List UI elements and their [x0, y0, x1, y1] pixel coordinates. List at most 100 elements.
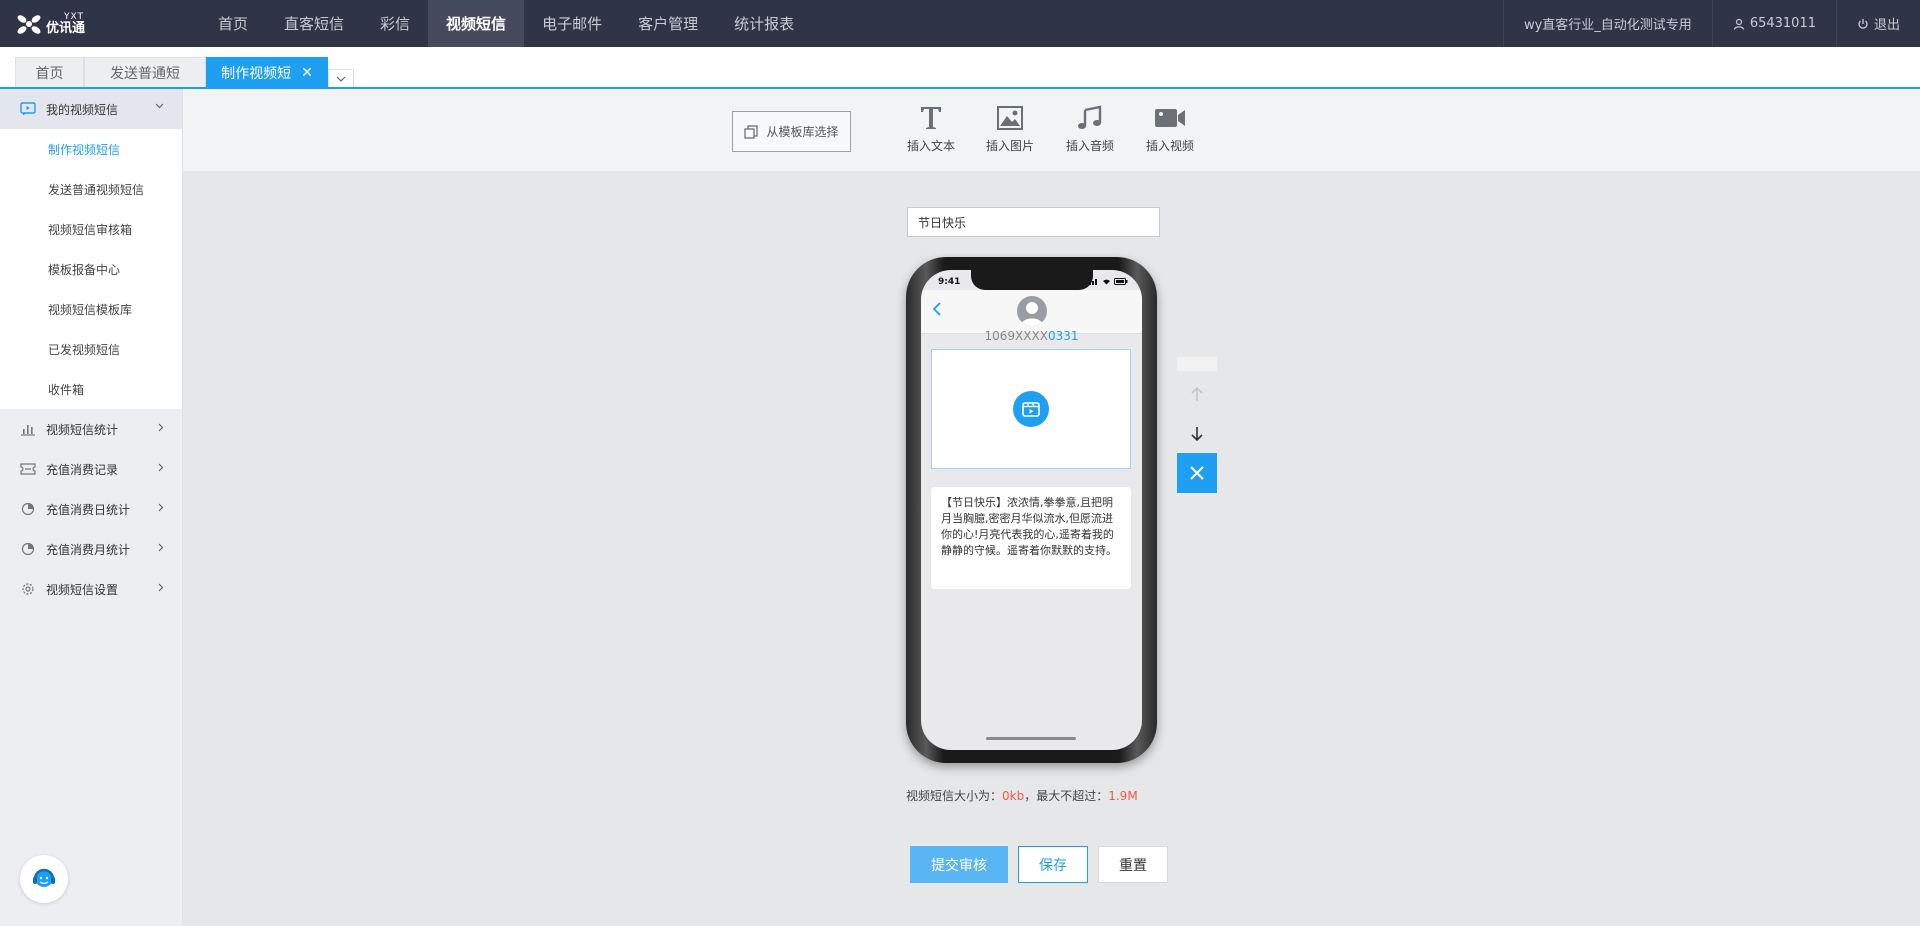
phone-home-indicator: [986, 737, 1076, 740]
size-current: 0kb: [1002, 789, 1025, 803]
video-camera-icon: [1155, 109, 1185, 127]
insert-audio-button[interactable]: 插入音频: [1060, 99, 1120, 154]
sidebar-group-recharge-monthly[interactable]: 充值消费月统计: [0, 529, 182, 569]
insert-video-label: 插入视频: [1145, 139, 1194, 153]
sidebar-item-review-box[interactable]: 视频短信审核箱: [0, 209, 182, 249]
sidebar-item-sent[interactable]: 已发视频短信: [0, 329, 182, 369]
delete-block-button[interactable]: [1177, 453, 1217, 493]
tab-send-sms[interactable]: 发送普通短: [84, 57, 206, 87]
size-label: 视频短信大小为：: [906, 789, 1003, 803]
save-button[interactable]: 保存: [1018, 846, 1088, 883]
sidebar-group-my-video-sms[interactable]: 我的视频短信: [0, 89, 182, 129]
phone-screen: 9:41 1069XXXX0331 【节日快乐】浓浓情,拳拳意,且把明月当胸臆,…: [921, 270, 1142, 750]
back-arrow-icon: [933, 302, 941, 316]
sidebar-group-label: 视频短信统计: [46, 422, 119, 437]
size-max: 1.9M: [1108, 789, 1138, 803]
phone-preview: 9:41 1069XXXX0331 【节日快乐】浓浓情,拳拳意,且把明月当胸臆,…: [906, 257, 1157, 763]
main-nav: 首页 直客短信 彩信 视频短信 电子邮件 客户管理 统计报表: [200, 0, 812, 47]
select-template-button[interactable]: 从模板库选择: [732, 111, 851, 152]
video-play-icon: [1013, 391, 1049, 427]
contact-number-suffix: 0331: [1047, 329, 1079, 343]
sidebar-group-settings[interactable]: 视频短信设置: [0, 569, 182, 609]
sidebar-group-label: 充值消费日统计: [46, 502, 131, 517]
sidebar-group-label: 充值消费记录: [46, 462, 119, 477]
submit-review-button[interactable]: 提交审核: [910, 846, 1008, 883]
sidebar-item-make-video-sms[interactable]: 制作视频短信: [0, 129, 182, 169]
tab-make-video-sms[interactable]: 制作视频短 ✕: [206, 57, 328, 87]
power-icon: [1858, 18, 1868, 29]
customer-support-button[interactable]: [20, 855, 68, 903]
reset-button[interactable]: 重置: [1098, 846, 1168, 883]
sidebar-submenu: 制作视频短信 发送普通视频短信 视频短信审核箱 模板报备中心 视频短信模板库 已…: [0, 129, 182, 409]
arrow-up-icon: [1191, 386, 1203, 401]
message-title-input[interactable]: [907, 207, 1160, 237]
brand-logo[interactable]: YXT 优讯通: [0, 0, 200, 47]
sidebar-group-recharge-records[interactable]: 充值消费记录: [0, 449, 182, 489]
sidebar-item-send-video-sms[interactable]: 发送普通视频短信: [0, 169, 182, 209]
sidebar-group-label: 视频短信设置: [46, 582, 119, 597]
logout-button[interactable]: 退出: [1835, 0, 1920, 47]
sidebar-group-label: 我的视频短信: [46, 102, 119, 117]
editor-toolbar: 从模板库选择 插入文本 插入图片 插入音频 插入视频: [183, 89, 1920, 171]
sidebar-item-inbox[interactable]: 收件箱: [0, 369, 182, 409]
phone-chat-header: 1069XXXX0331: [921, 290, 1142, 343]
sidebar-group-recharge-daily[interactable]: 充值消费日统计: [0, 489, 182, 529]
contact-number: 1069XXXX0331: [921, 329, 1142, 343]
top-nav-bar: YXT 优讯通 首页 直客短信 彩信 视频短信 电子邮件 客户管理 统计报表 w…: [0, 0, 1920, 47]
chevron-right-icon: [158, 423, 164, 432]
control-panel-cap: [1177, 357, 1217, 371]
pie-chart-icon: [21, 542, 35, 556]
sidebar-item-template-library[interactable]: 视频短信模板库: [0, 289, 182, 329]
insert-text-button[interactable]: 插入文本: [901, 99, 961, 154]
size-info: 视频短信大小为：0kb，最大不超过：1.9M: [906, 787, 1138, 804]
ticket-icon: [20, 463, 36, 475]
signal-icon: [1089, 279, 1097, 285]
brand-name-cn: 优讯通: [46, 20, 86, 36]
nav-item-reports[interactable]: 统计报表: [716, 0, 812, 47]
video-message-icon: [20, 102, 36, 116]
nav-item-home[interactable]: 首页: [200, 0, 266, 47]
nav-item-video-sms[interactable]: 视频短信: [428, 0, 525, 47]
sms-text-block[interactable]: 【节日快乐】浓浓情,拳拳意,且把明月当胸臆,密密月华似流水,但愿流进你的心!月亮…: [931, 487, 1131, 589]
account-name[interactable]: wy直客行业_自动化测试专用: [1502, 0, 1712, 47]
text-icon: [921, 107, 941, 129]
nav-item-mms[interactable]: 彩信: [362, 0, 428, 47]
music-note-icon: [1078, 105, 1102, 129]
phone-notch: [971, 270, 1093, 290]
headset-icon: [33, 868, 55, 887]
tab-close-icon[interactable]: ✕: [301, 65, 313, 81]
insert-image-button[interactable]: 插入图片: [980, 99, 1040, 154]
sidebar: 我的视频短信 制作视频短信 发送普通视频短信 视频短信审核箱 模板报备中心 视频…: [0, 89, 183, 926]
insert-video-button[interactable]: 插入视频: [1140, 99, 1200, 154]
battery-icon: [1114, 278, 1128, 285]
sidebar-item-template-center[interactable]: 模板报备中心: [0, 249, 182, 289]
tab-bar: 首页 发送普通短 制作视频短 ✕: [0, 47, 1920, 89]
pie-chart-icon: [21, 502, 35, 516]
chevron-right-icon: [158, 583, 164, 592]
bar-chart-icon: [21, 425, 35, 436]
user-menu[interactable]: 65431011: [1711, 0, 1836, 47]
contact-number-prefix: 1069XXXX: [984, 329, 1048, 343]
chevron-down-icon: [336, 76, 346, 82]
user-id: 65431011: [1749, 16, 1816, 31]
sidebar-group-label: 充值消费月统计: [46, 542, 131, 557]
arrow-down-icon: [1191, 427, 1203, 442]
nav-item-direct-sms[interactable]: 直客短信: [266, 0, 362, 47]
wifi-icon: [1103, 279, 1110, 285]
video-placeholder[interactable]: [931, 349, 1131, 469]
user-icon: [1733, 18, 1744, 30]
gear-icon: [22, 583, 34, 595]
logo-icon: [17, 14, 41, 34]
nav-item-email[interactable]: 电子邮件: [524, 0, 620, 47]
move-up-button[interactable]: [1177, 374, 1217, 414]
move-down-button[interactable]: [1177, 414, 1217, 454]
chevron-down-icon: [155, 103, 164, 109]
chevron-right-icon: [158, 503, 164, 512]
tab-more-dropdown[interactable]: [328, 69, 354, 87]
nav-item-customers[interactable]: 客户管理: [620, 0, 716, 47]
phone-status-icons: [1089, 278, 1128, 285]
insert-audio-label: 插入音频: [1065, 139, 1114, 153]
tab-home[interactable]: 首页: [15, 57, 84, 87]
sidebar-group-video-sms-stats[interactable]: 视频短信统计: [0, 409, 182, 449]
insert-image-label: 插入图片: [985, 139, 1034, 153]
